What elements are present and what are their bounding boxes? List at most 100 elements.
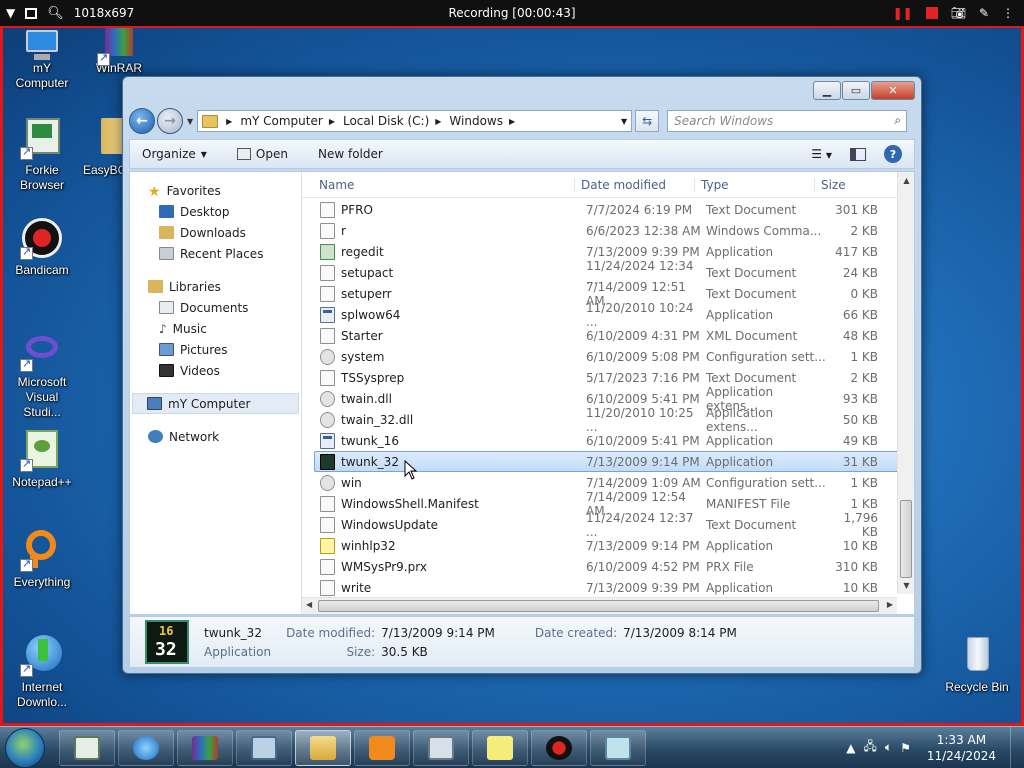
camera-icon[interactable]: 📷︎ <box>951 6 966 20</box>
file-row[interactable]: WMSysPr9.prx 6/10/2009 4:52 PM PRX File 310… <box>314 556 900 577</box>
scroll-down-icon[interactable]: ▼ <box>898 581 914 590</box>
pencil-icon[interactable]: ✎ <box>979 6 989 20</box>
desktop-icon-notepad-plus-plus[interactable]: Notepad++ <box>6 428 78 490</box>
file-row[interactable]: Starter 6/10/2009 4:31 PM XML Document 48 K… <box>314 325 900 346</box>
file-row[interactable]: write 7/13/2009 9:39 PM Application 10 KB <box>314 577 900 598</box>
taskbar-app-media-player[interactable] <box>354 729 410 766</box>
chevron-right-icon[interactable]: ▶ <box>435 117 441 126</box>
search-input[interactable]: Search Windows ⌕ <box>667 110 908 132</box>
network-icon[interactable]: 🖧︎ <box>863 737 876 758</box>
nav-network[interactable]: Network <box>130 426 301 447</box>
start-button[interactable] <box>5 727 45 768</box>
maximize-button[interactable]: ▭ <box>842 81 870 100</box>
nav-documents[interactable]: Documents <box>130 297 301 318</box>
window-mode-icon[interactable] <box>25 7 38 19</box>
music-icon: ♪ <box>159 322 167 336</box>
show-desktop-button[interactable] <box>1010 726 1024 768</box>
file-date-modified: 11/20/2010 10:24 ... <box>586 300 694 329</box>
file-size: 0 KB <box>850 286 878 301</box>
nav-music[interactable]: ♪ Music <box>130 318 301 339</box>
scroll-up-icon[interactable]: ▲ <box>898 176 914 185</box>
breadcrumb-windows[interactable]: Windows <box>449 114 503 128</box>
file-row[interactable]: r 6/6/2023 12:38 AM Windows Comma... 2 KB <box>314 220 900 241</box>
breadcrumb-my-computer[interactable]: mY Computer <box>240 114 323 128</box>
column-type[interactable]: Type <box>694 177 814 192</box>
taskbar-app-forkie[interactable] <box>59 729 115 766</box>
pause-icon[interactable]: ❚❚ <box>893 6 913 20</box>
desktop-icon-everything[interactable]: Everything <box>6 528 78 590</box>
clock[interactable]: 1:33 AM 11/24/2024 <box>927 732 996 764</box>
desktop-icon-visual-studio[interactable]: Microsoft Visual Studi... <box>6 328 78 420</box>
column-name[interactable]: Name <box>302 178 574 192</box>
nav-libraries[interactable]: Libraries <box>130 276 301 297</box>
scroll-thumb[interactable] <box>318 600 879 612</box>
nav-downloads[interactable]: Downloads <box>130 222 301 243</box>
taskbar-app-winrar[interactable] <box>177 729 233 766</box>
nav-label: Favorites <box>166 183 221 198</box>
chevron-right-icon[interactable]: ▶ <box>226 117 232 126</box>
desktop-icon-recycle-bin[interactable]: Recycle Bin <box>941 633 1013 695</box>
new-folder-button[interactable]: New folder <box>318 147 383 161</box>
taskbar-app-explorer[interactable] <box>295 729 351 766</box>
file-row[interactable]: winhlp32 7/13/2009 9:14 PM Application 10 K… <box>314 535 900 556</box>
file-row[interactable]: PFRO 7/7/2024 6:19 PM Text Document 301 KB <box>314 199 900 220</box>
chevron-right-icon[interactable]: ▶ <box>329 117 335 126</box>
desktop-icon-my-computer[interactable]: mY Computer <box>6 26 78 91</box>
nav-pictures[interactable]: Pictures <box>130 339 301 360</box>
taskbar-app-snipping[interactable] <box>590 729 646 766</box>
taskbar-app-idm[interactable] <box>118 729 174 766</box>
volume-icon[interactable]: 🔈︎ <box>885 740 892 755</box>
minimize-button[interactable]: ▁ <box>813 81 841 100</box>
vertical-scrollbar[interactable]: ▲ ▼ <box>897 172 914 594</box>
column-date-modified[interactable]: Date modified <box>574 177 694 192</box>
taskbar-app-bandicam[interactable] <box>531 729 587 766</box>
column-size[interactable]: Size <box>814 177 874 192</box>
file-row[interactable]: twain_32.dll 11/20/2010 10:25 ... Applicat… <box>314 406 900 434</box>
file-row[interactable]: splwow64 11/20/2010 10:24 ... Application 6… <box>314 301 900 329</box>
file-row[interactable]: twunk_32 7/13/2009 9:14 PM Application 31 K… <box>314 451 900 472</box>
nav-favorites[interactable]: ★ Favorites <box>130 180 301 201</box>
nav-my-computer[interactable]: mY Computer <box>132 393 299 414</box>
file-date-modified: 11/20/2010 10:25 ... <box>586 405 694 434</box>
scroll-right-icon[interactable]: ▶ <box>887 600 893 609</box>
refresh-button[interactable]: ⇆ <box>635 110 660 132</box>
address-dropdown[interactable]: ▼ <box>621 117 627 126</box>
taskbar-app-computer[interactable] <box>236 729 292 766</box>
address-bar[interactable]: ▶ mY Computer ▶ Local Disk (C:) ▶ Window… <box>197 110 633 132</box>
nav-recent-places[interactable]: Recent Places <box>130 243 301 264</box>
desktop-icon-winrar[interactable]: WinRAR <box>83 26 155 76</box>
show-hidden-icons-icon[interactable]: ▲ <box>846 741 855 755</box>
file-row[interactable]: WindowsUpdate 11/24/2024 12:37 ... Text Do… <box>314 511 900 539</box>
preview-pane-button[interactable] <box>850 147 866 161</box>
desktop-icon-bandicam[interactable]: Bandicam <box>6 216 78 278</box>
taskbar-app-calculator[interactable] <box>413 729 469 766</box>
forward-button[interactable]: → <box>157 108 183 134</box>
taskbar-app-sticky-notes[interactable] <box>472 729 528 766</box>
stop-icon[interactable] <box>925 7 938 19</box>
desktop-icon-forkie-browser[interactable]: Forkie Browser <box>6 116 78 193</box>
more-icon[interactable]: ⋮ <box>1002 6 1014 20</box>
back-button[interactable]: ← <box>129 108 155 134</box>
recent-pages-dropdown[interactable]: ▼ <box>187 117 193 126</box>
breadcrumb-local-disk[interactable]: Local Disk (C:) <box>343 114 429 128</box>
file-date-modified: 7/13/2009 9:39 PM <box>586 244 700 259</box>
search-icon[interactable]: 🔍︎ <box>47 6 64 21</box>
organize-button[interactable]: Organize ▼ <box>142 147 207 161</box>
nav-desktop[interactable]: Desktop <box>130 201 301 222</box>
browser-icon <box>20 116 64 160</box>
file-row[interactable]: system 6/10/2009 5:08 PM Configuration set… <box>314 346 900 367</box>
scroll-thumb[interactable] <box>900 500 912 578</box>
open-button[interactable]: Open <box>236 147 288 161</box>
action-center-flag-icon[interactable]: ⚑ <box>900 741 911 755</box>
scroll-left-icon[interactable]: ◀ <box>306 600 312 609</box>
chevron-right-icon[interactable]: ▶ <box>509 117 515 126</box>
view-options-button[interactable]: ☰ ▼ <box>811 147 832 161</box>
chevron-down-icon[interactable]: ▼ <box>6 6 15 20</box>
close-button[interactable]: ✕ <box>871 81 915 100</box>
horizontal-scrollbar[interactable]: ◀ ▶ <box>302 597 897 614</box>
help-icon[interactable]: ? <box>884 145 902 163</box>
file-row[interactable]: twunk_16 6/10/2009 5:41 PM Application 49 K… <box>314 430 900 451</box>
search-icon[interactable]: ⌕ <box>894 113 901 128</box>
desktop-icon-internet-download-manager[interactable]: Internet Downlo... <box>6 633 78 710</box>
nav-videos[interactable]: Videos <box>130 360 301 381</box>
